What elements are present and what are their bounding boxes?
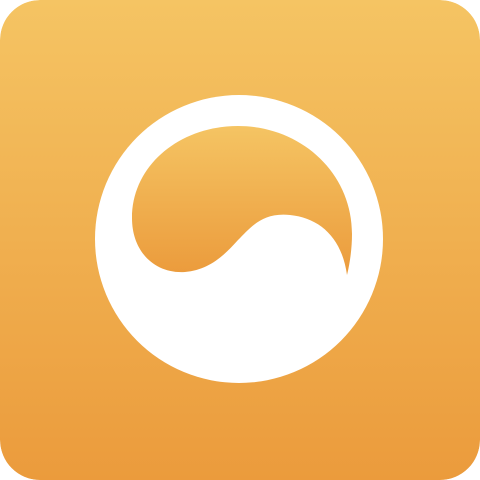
- app-logo-icon: [0, 0, 480, 480]
- app-icon[interactable]: [0, 0, 480, 480]
